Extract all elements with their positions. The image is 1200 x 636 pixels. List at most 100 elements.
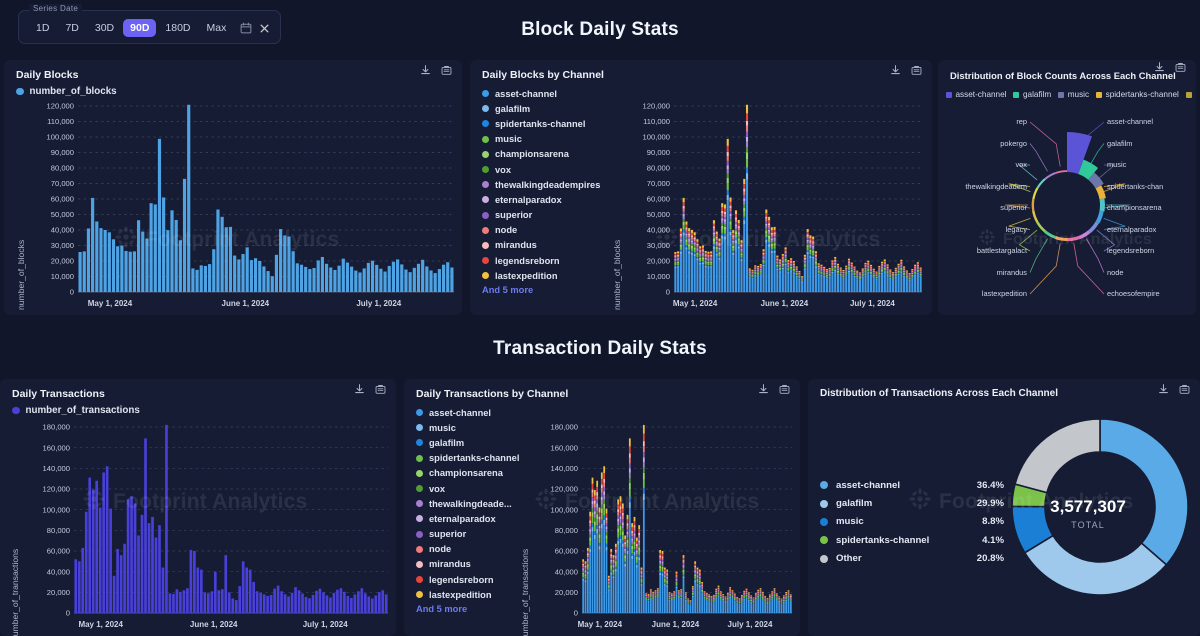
- legend-dot: [416, 530, 423, 538]
- legend-item[interactable]: asset-channel: [482, 86, 600, 101]
- donut-legend: asset-channel 36.4% galafilm 29.9% music 8.8%…: [820, 476, 1004, 568]
- legend-label: music: [429, 422, 456, 433]
- legend-item[interactable]: spidertanks-channel: [482, 116, 600, 131]
- legend-label: legendsreborn: [495, 255, 560, 266]
- legend-item[interactable]: lastexpedition: [416, 587, 519, 602]
- rose-segment: [1032, 210, 1039, 223]
- legend-item[interactable]: node: [416, 542, 519, 557]
- svg-text:160,000: 160,000: [551, 443, 578, 452]
- chart-daily-transactions-by-channel: 0 20,000 40,000 60,000 80,000 100,000 120,000 1…: [530, 423, 796, 633]
- snapshot-icon[interactable]: [779, 384, 790, 395]
- radial-label: mirandus: [996, 267, 1027, 277]
- legend-item[interactable]: galafilm: [482, 101, 600, 116]
- snapshot-icon[interactable]: [1179, 384, 1190, 395]
- download-icon[interactable]: [354, 384, 365, 395]
- download-icon[interactable]: [1154, 62, 1165, 73]
- legend-item[interactable]: [1185, 91, 1192, 98]
- legend-label: asset-channel: [495, 88, 558, 99]
- rose-segment: [1032, 187, 1039, 200]
- legend-item[interactable]: node: [482, 223, 600, 238]
- download-icon[interactable]: [758, 384, 769, 395]
- svg-text:70,000: 70,000: [647, 179, 670, 188]
- y-axis-title: number_of_blocks: [16, 239, 26, 310]
- legend-number-of-blocks[interactable]: number_of_blocks: [16, 86, 117, 97]
- legend-label: asset-channel: [955, 90, 1007, 99]
- download-icon[interactable]: [1158, 384, 1169, 395]
- legend-label: superior: [429, 529, 467, 540]
- svg-text:10,000: 10,000: [51, 272, 74, 281]
- svg-text:July 1, 2024: July 1, 2024: [850, 299, 895, 308]
- legend-item[interactable]: lastexpedition: [482, 268, 600, 283]
- legend-dot: [482, 166, 489, 174]
- legend-item[interactable]: championsarena: [482, 147, 600, 162]
- svg-text:0: 0: [666, 288, 670, 297]
- legend-item[interactable]: thewalkingdeadempires: [482, 177, 600, 192]
- snapshot-icon[interactable]: [1175, 62, 1186, 73]
- svg-text:10,000: 10,000: [647, 272, 670, 281]
- svg-text:90,000: 90,000: [647, 148, 670, 157]
- legend-label: spidertanks-channel: [429, 453, 520, 464]
- legend-label: mirandus: [429, 559, 471, 570]
- legend-label: asset-channel: [429, 407, 492, 418]
- legend-item[interactable]: galafilm 29.9%: [820, 494, 1004, 512]
- legend-item[interactable]: superior: [416, 527, 519, 542]
- legend-item[interactable]: asset-channel: [416, 405, 519, 420]
- legend-label: vox: [495, 164, 512, 175]
- legend-item[interactable]: music 8.8%: [820, 513, 1004, 531]
- legend-dot: [482, 90, 489, 98]
- legend-item[interactable]: vox: [482, 162, 600, 177]
- legend-item[interactable]: eternalparadox: [416, 511, 519, 526]
- legend-item[interactable]: asset-channel: [946, 90, 1006, 99]
- legend-item[interactable]: music: [416, 420, 519, 435]
- legend-item[interactable]: championsarena: [416, 466, 519, 481]
- legend-label: number_of_transactions: [25, 405, 140, 416]
- legend-number-of-transactions[interactable]: number_of_transactions: [12, 405, 140, 416]
- radial-label: music: [1107, 160, 1127, 169]
- y-axis-title: number_of_blocks: [612, 239, 622, 310]
- legend-more-link[interactable]: And 5 more: [416, 604, 519, 614]
- legend-label: eternalparadox: [495, 194, 562, 205]
- rose-segment: [1054, 236, 1067, 242]
- legend-item[interactable]: superior: [482, 208, 600, 223]
- svg-text:120,000: 120,000: [551, 485, 578, 494]
- legend-item[interactable]: vox: [416, 481, 519, 496]
- svg-text:100,000: 100,000: [43, 505, 70, 514]
- legend-item[interactable]: spidertanks-channel: [1096, 90, 1179, 99]
- snapshot-icon[interactable]: [375, 384, 386, 395]
- legend-item[interactable]: mirandus: [416, 557, 519, 572]
- legend-item[interactable]: legendsreborn: [416, 572, 519, 587]
- legend-item[interactable]: galafilm: [416, 435, 519, 450]
- snapshot-icon[interactable]: [441, 65, 452, 76]
- legend-dot: [416, 424, 423, 432]
- svg-text:140,000: 140,000: [43, 464, 70, 473]
- svg-text:20,000: 20,000: [47, 588, 70, 597]
- legend-item[interactable]: galafilm: [1013, 90, 1051, 99]
- radial-label: legendsreborn: [1107, 246, 1155, 255]
- snapshot-icon[interactable]: [911, 65, 922, 76]
- legend-more-link[interactable]: And 5 more: [482, 285, 600, 295]
- panel-daily-transactions: Daily Transactions number_of_transaction…: [0, 379, 396, 636]
- legend-item[interactable]: music: [482, 132, 600, 147]
- legend-item[interactable]: spidertanks-channel 4.1%: [820, 531, 1004, 549]
- legend-label: thewalkingdeade...: [429, 498, 512, 509]
- legend-item[interactable]: thewalkingdeade...: [416, 496, 519, 511]
- legend-list: asset-channel galafilm spidertanks-channel…: [482, 86, 600, 295]
- legend-item[interactable]: music: [1058, 90, 1089, 99]
- legend-percent: 8.8%: [982, 516, 1004, 528]
- download-icon[interactable]: [420, 65, 431, 76]
- chart-daily-blocks-by-channel: 0 10,000 20,000 30,000 40,000 50,000 60,000 70,…: [622, 102, 926, 312]
- svg-text:May 1, 2024: May 1, 2024: [88, 299, 133, 308]
- legend-item[interactable]: Other 20.8%: [820, 550, 1004, 568]
- legend-item[interactable]: asset-channel 36.4%: [820, 476, 1004, 494]
- legend-item[interactable]: eternalparadox: [482, 192, 600, 207]
- legend-label: vox: [429, 483, 446, 494]
- download-icon[interactable]: [890, 65, 901, 76]
- legend-item[interactable]: legendsreborn: [482, 253, 600, 268]
- panel-toolbar: [420, 65, 452, 76]
- radial-label: thewalkingdeadem: [965, 181, 1027, 191]
- svg-text:180,000: 180,000: [43, 423, 70, 432]
- legend-item[interactable]: spidertanks-channel: [416, 451, 519, 466]
- svg-text:June 1, 2024: June 1, 2024: [222, 299, 270, 308]
- legend-item[interactable]: mirandus: [482, 238, 600, 253]
- svg-text:80,000: 80,000: [647, 164, 670, 173]
